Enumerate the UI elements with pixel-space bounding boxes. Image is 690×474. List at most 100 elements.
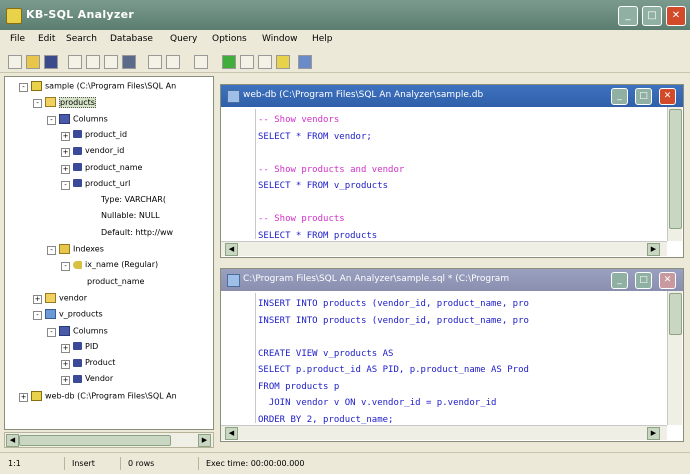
editor-horizontal-scrollbar[interactable]: ◀ ▶ [221,425,667,440]
doc-minimize-button[interactable]: _ [611,272,628,289]
code-line[interactable]: SELECT * FROM v_products [258,181,388,191]
code-line[interactable]: -- Show vendors [258,115,339,125]
expand-icon[interactable]: + [61,164,70,174]
copy-icon[interactable] [86,55,100,69]
collapse-icon[interactable]: - [33,311,42,321]
tree-node[interactable]: product_name [73,163,142,174]
code-line[interactable]: SELECT * FROM vendor; [258,132,372,142]
tree-node[interactable]: Product [73,358,115,369]
tree-node[interactable]: Type: VARCHAR( [101,195,166,206]
commit-icon[interactable] [276,55,290,69]
expand-icon[interactable]: + [61,131,70,141]
menu-database[interactable]: Database [110,34,153,44]
code-line[interactable]: SELECT * FROM products [258,231,377,241]
collapse-icon[interactable]: - [61,180,70,190]
menu-edit[interactable]: Edit [38,34,55,44]
editor-vertical-scrollbar[interactable] [667,291,682,425]
redo-icon[interactable] [166,55,180,69]
expand-icon[interactable]: + [33,294,42,304]
menu-file[interactable]: File [10,34,25,44]
collapse-icon[interactable]: - [33,99,42,109]
code-line[interactable]: ORDER BY 2, product_name; [258,415,393,425]
doc-minimize-button[interactable]: _ [611,88,628,105]
editor-horizontal-scrollbar[interactable]: ◀ ▶ [221,241,667,256]
sql-document-window-2[interactable]: C:\Program Files\SQL An Analyzer\sample.… [220,268,684,442]
save-icon[interactable] [44,55,58,69]
expand-icon[interactable]: + [61,376,70,386]
paste-icon[interactable] [104,55,118,69]
tree-node[interactable]: product_id [73,130,127,141]
menu-query[interactable]: Query [170,34,197,44]
open-folder-icon[interactable] [26,55,40,69]
tree-node[interactable]: vendor [45,292,87,304]
tree-node[interactable]: web-db (C:\Program Files\SQL An [31,390,177,402]
undo-icon[interactable] [148,55,162,69]
menu-window[interactable]: Window [262,34,298,44]
code-line[interactable]: INSERT INTO products (vendor_id, product… [258,299,529,309]
tree-node[interactable]: products [45,96,96,108]
collapse-icon[interactable]: - [47,115,56,125]
tree-horizontal-scrollbar[interactable]: ◀ ▶ [4,432,214,448]
collapse-icon[interactable]: - [47,327,56,337]
code-line[interactable]: INSERT INTO products (vendor_id, product… [258,316,529,326]
collapse-icon[interactable]: - [61,262,70,272]
find-icon[interactable] [194,55,208,69]
tree-node-label: Indexes [73,244,104,254]
stop-icon[interactable] [240,55,254,69]
tree-node-label: Product [85,358,116,368]
collapse-icon[interactable]: - [19,83,28,92]
scroll-thumb[interactable] [19,435,171,446]
scroll-thumb[interactable] [669,293,682,335]
scroll-right-icon[interactable]: ▶ [198,434,211,447]
collapse-icon[interactable]: - [47,246,56,255]
expand-icon[interactable]: + [61,148,70,158]
code-line[interactable]: SELECT p.product_id AS PID, p.product_na… [258,365,529,375]
tree-node[interactable]: sample (C:\Program Files\SQL An [31,81,176,92]
explain-icon[interactable] [258,55,272,69]
tree-node[interactable]: product_name [87,277,144,288]
help-icon[interactable] [298,55,312,69]
tree-node[interactable]: Columns [59,325,108,337]
code-line[interactable]: JOIN vendor v ON v.vendor_id = p.vendor_… [258,398,497,408]
menu-help[interactable]: Help [312,34,333,44]
code-line[interactable]: -- Show products [258,214,345,224]
tree-node[interactable]: Indexes [59,244,104,255]
code-line[interactable]: CREATE VIEW v_products AS [258,349,393,359]
editor-vertical-scrollbar[interactable] [667,107,682,241]
scroll-left-icon[interactable]: ◀ [225,427,238,440]
expand-icon[interactable]: + [19,392,28,402]
tree-node[interactable]: product_url [73,179,130,190]
close-button[interactable]: ✕ [666,6,686,26]
tree-node[interactable]: Nullable: NULL [101,211,160,222]
print-icon[interactable] [122,55,136,69]
minimize-button[interactable]: _ [618,6,638,26]
scroll-right-icon[interactable]: ▶ [647,243,660,256]
new-file-icon[interactable] [8,55,22,69]
execute-icon[interactable] [222,55,236,69]
menu-search[interactable]: Search [66,34,97,44]
tree-node[interactable]: PID [73,342,98,353]
cut-icon[interactable] [68,55,82,69]
tree-node[interactable]: Columns [59,113,108,125]
maximize-button[interactable]: □ [642,6,662,26]
tree-node[interactable]: Default: http://ww [101,228,173,239]
doc-close-button[interactable]: ✕ [659,272,676,289]
object-tree[interactable]: - sample (C:\Program Files\SQL An - product… [4,76,214,430]
menu-options[interactable]: Options [212,34,247,44]
doc-maximize-button[interactable]: □ [635,272,652,289]
expand-icon[interactable]: + [61,343,70,353]
expand-icon[interactable]: + [61,360,70,370]
code-line[interactable]: FROM products p [258,382,339,392]
code-line[interactable]: -- Show products and vendor [258,165,404,175]
tree-node[interactable]: v_products [45,309,103,320]
scroll-right-icon[interactable]: ▶ [647,427,660,440]
doc-close-button[interactable]: ✕ [659,88,676,105]
doc-maximize-button[interactable]: □ [635,88,652,105]
tree-node[interactable]: ix_name (Regular) [73,260,158,271]
sql-document-window-1[interactable]: web-db (C:\Program Files\SQL An Analyzer… [220,84,684,258]
scroll-left-icon[interactable]: ◀ [225,243,238,256]
scroll-left-icon[interactable]: ◀ [6,434,19,447]
tree-node[interactable]: Vendor [73,374,113,385]
tree-node[interactable]: vendor_id [73,146,124,157]
scroll-thumb[interactable] [669,109,682,229]
